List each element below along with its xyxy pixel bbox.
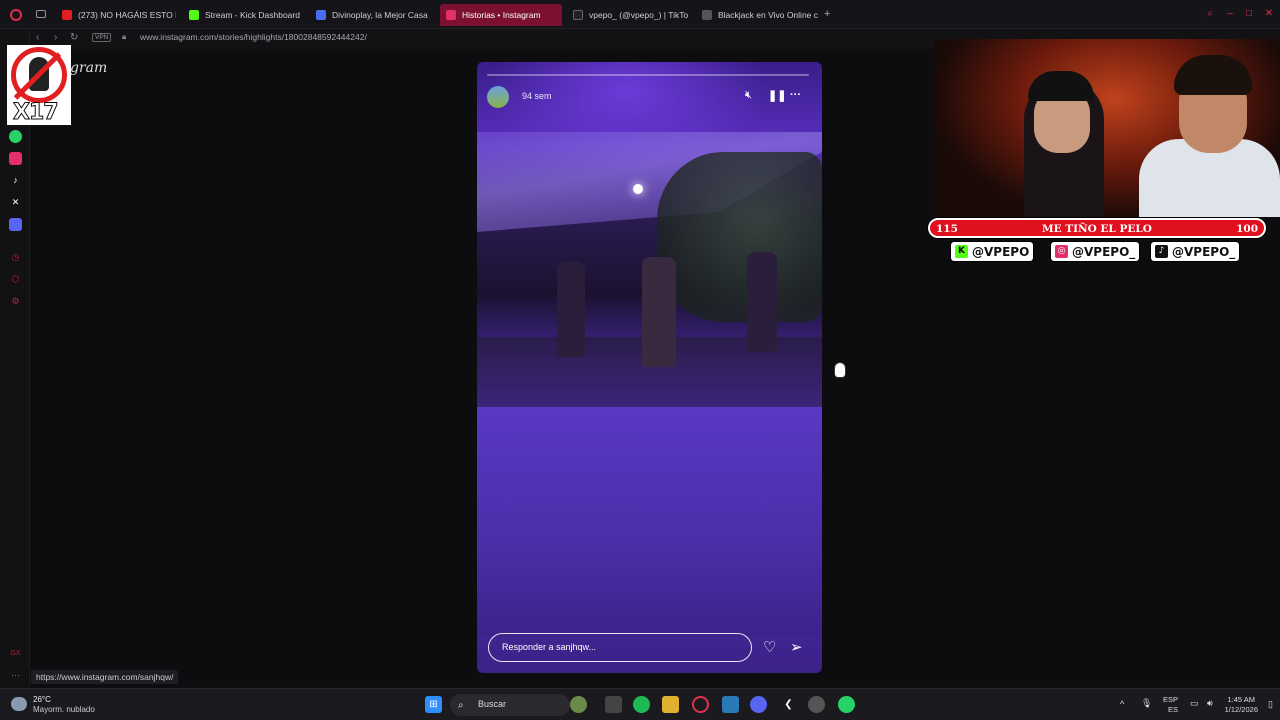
language-bottom[interactable]: ES	[1168, 705, 1178, 714]
reply-input[interactable]: Responder a sanjhqw...	[488, 633, 752, 662]
pause-icon[interactable]: ❚❚	[768, 89, 786, 102]
microphone-icon[interactable]: 🎙︎	[1141, 698, 1152, 709]
telegram-icon[interactable]	[722, 696, 739, 713]
spotify-icon[interactable]	[633, 696, 650, 713]
search-icon: ⌕	[458, 700, 464, 711]
more-icon[interactable]: ···	[790, 89, 801, 101]
social-instagram: ◎ @VPEPO_	[1050, 241, 1141, 262]
youtube-icon	[62, 10, 72, 20]
clock-date[interactable]: 1/12/2026	[1220, 705, 1258, 714]
instagram-icon: ◎	[1055, 245, 1068, 258]
settings-icon[interactable]: ⚙	[9, 295, 22, 308]
tab-divinoplay[interactable]: Divinoplay, la Mejor Casa	[310, 4, 432, 26]
tab-youtube[interactable]: (273) NO HAGÁIS ESTO E	[56, 4, 176, 26]
network-icon[interactable]: ▭	[1190, 698, 1199, 709]
story-image-floor	[477, 407, 822, 637]
story-progress-bar	[487, 74, 809, 76]
app-icon-2[interactable]	[808, 696, 825, 713]
social-kick: K @VPEPO	[950, 241, 1035, 262]
x17-watermark-logo: X17	[7, 45, 71, 126]
windows-start-icon[interactable]: ⊞	[425, 696, 442, 713]
close-icon[interactable]: ✕	[1263, 8, 1275, 20]
clock-time[interactable]: 1:45 AM	[1225, 695, 1255, 704]
reload-icon[interactable]: ↻	[70, 32, 78, 43]
tab-tiktok[interactable]: vpepo_ (@vpepo_) | TikTo	[567, 4, 689, 26]
webcam-hair-right	[1174, 55, 1252, 95]
mute-icon[interactable]: 🔇︎	[745, 89, 752, 102]
discord-sidebar-icon[interactable]	[9, 218, 22, 231]
story-image-trees	[657, 152, 822, 322]
tray-expand-icon[interactable]: ^	[1120, 699, 1124, 709]
discord-icon[interactable]	[750, 696, 767, 713]
x17-watermark-text: X17	[13, 100, 60, 126]
widget-icon[interactable]	[570, 696, 587, 713]
volume-icon[interactable]: 🔊︎	[1207, 698, 1213, 709]
x-sidebar-icon[interactable]: ✕	[9, 196, 22, 209]
instagram-logo-text[interactable]: gram	[70, 60, 107, 76]
status-link-preview: https://www.instagram.com/sanjhqw/	[31, 670, 179, 684]
history-icon[interactable]: ◷	[9, 251, 22, 264]
forward-icon[interactable]: ›	[54, 32, 57, 43]
taskbar-search[interactable]: Buscar	[450, 694, 570, 716]
tab-instagram[interactable]: Historias • Instagram	[440, 4, 562, 26]
browser-tab-bar: (273) NO HAGÁIS ESTO E Stream - Kick Das…	[0, 0, 1280, 29]
webcam-overlay	[934, 39, 1280, 217]
new-tab-button[interactable]: +	[824, 8, 830, 20]
story-time-ago: 94 sem	[522, 91, 552, 101]
search-tabs-icon[interactable]: ⌕	[1204, 8, 1216, 20]
story-viewer[interactable]: 94 sem 🔇︎ ❚❚ ··· Responder a sanjhqw... …	[477, 62, 822, 673]
story-image-light	[633, 184, 643, 194]
weather-temperature[interactable]: 26°C	[33, 695, 51, 704]
tab-kick[interactable]: Stream - Kick Dashboard	[183, 4, 305, 26]
whatsapp-taskbar-icon[interactable]	[838, 696, 855, 713]
tab-blackjack[interactable]: Blackjack en Vivo Online c	[696, 4, 818, 26]
lock-icon[interactable]: 🔒︎	[122, 32, 126, 42]
tiktok-icon	[573, 10, 583, 20]
app-icon[interactable]: ❮	[780, 696, 797, 713]
story-image-keyboardist	[747, 252, 777, 352]
windows-taskbar: 26°C Mayorm. nublado ⊞ Buscar ⌕ ❮ ^ 🎙︎ E…	[0, 688, 1280, 720]
blackjack-icon	[702, 10, 712, 20]
vpn-badge[interactable]: VPN	[92, 33, 112, 42]
url-field[interactable]: www.instagram.com/stories/highlights/180…	[140, 32, 367, 42]
language-top[interactable]: ESP	[1163, 695, 1178, 704]
maximize-icon[interactable]: □	[1243, 8, 1255, 20]
extensions-icon[interactable]: ⬡	[9, 273, 22, 286]
divinoplay-icon	[316, 10, 326, 20]
tiktok-icon: ♪	[1155, 245, 1168, 258]
back-icon[interactable]: ‹	[36, 32, 39, 43]
send-icon[interactable]: ➢	[790, 638, 803, 656]
kick-icon	[189, 10, 199, 20]
file-explorer-icon[interactable]	[662, 696, 679, 713]
story-image-singer	[642, 257, 676, 367]
story-avatar[interactable]	[487, 86, 509, 108]
browser-sidebar: ♪ ✕ ◷ ⬡ ⚙ GX ···	[0, 29, 30, 687]
notification-icon[interactable]: ▯	[1268, 699, 1273, 710]
weather-description[interactable]: Mayorm. nublado	[33, 705, 95, 714]
kick-icon: K	[955, 245, 968, 258]
minimize-icon[interactable]: –	[1224, 8, 1236, 20]
opera-gx-icon[interactable]	[692, 696, 709, 713]
stream-goal-banner: 115 ME TIÑO EL PELO 100	[928, 218, 1266, 238]
banner-title: ME TIÑO EL PELO	[1042, 223, 1152, 235]
weather-icon[interactable]	[11, 697, 27, 711]
task-view-icon[interactable]	[605, 696, 622, 713]
mouse-cursor	[834, 362, 846, 378]
tab-overview-icon[interactable]	[36, 10, 46, 18]
tiktok-sidebar-icon[interactable]: ♪	[9, 174, 22, 187]
webcam-cap	[1028, 71, 1094, 101]
banner-right-count: 100	[1236, 223, 1258, 235]
story-image-guitarist	[557, 262, 585, 357]
gx-icon[interactable]: GX	[9, 647, 22, 660]
instagram-icon	[446, 10, 456, 20]
heart-icon[interactable]: ♡	[763, 638, 776, 656]
instagram-sidebar-icon[interactable]	[9, 152, 22, 165]
whatsapp-icon[interactable]	[9, 130, 22, 143]
sidebar-more-icon[interactable]: ···	[9, 669, 22, 682]
banner-left-count: 115	[936, 223, 958, 235]
opera-logo-icon[interactable]	[10, 9, 22, 21]
social-tiktok: ♪ @VPEPO_	[1150, 241, 1241, 262]
